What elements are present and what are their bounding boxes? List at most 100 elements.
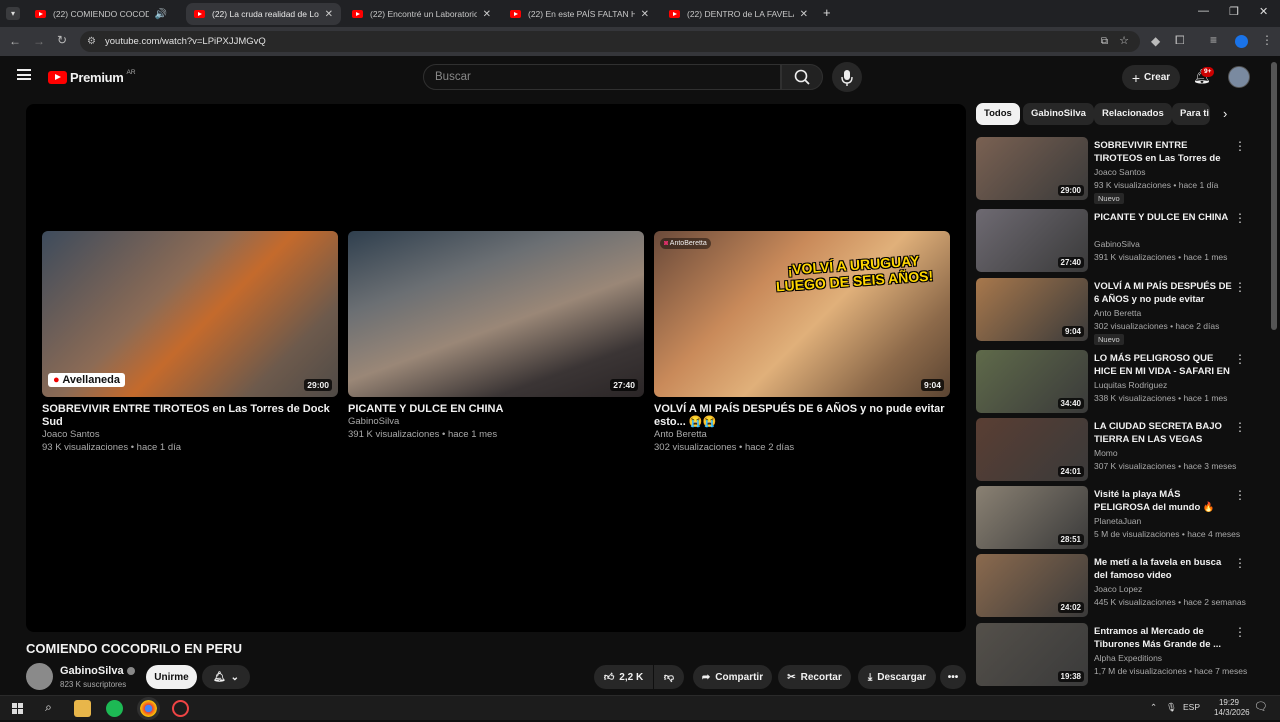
search-icon[interactable]: ⌕ xyxy=(40,700,57,717)
close-icon[interactable]: ✕ xyxy=(641,9,649,20)
chip-all[interactable]: Todos xyxy=(976,103,1020,125)
instagram-icon: ◙ xyxy=(664,240,669,247)
channel-name[interactable]: Joaco Santos xyxy=(1094,167,1146,177)
browser-tab-1[interactable]: (22) COMIENDO COCODRILO EN PERU🔊 xyxy=(27,3,175,25)
chip-for-you[interactable]: Para ti xyxy=(1172,103,1210,125)
related-video-item[interactable]: 29:00 SOBREVIVIR ENTRE TIROTEOS en Las To… xyxy=(976,137,1256,204)
video-thumbnail: 9:04 xyxy=(976,278,1088,341)
channel-name[interactable]: Joaco Lopez xyxy=(1094,584,1142,594)
chrome-icon[interactable] xyxy=(137,697,160,720)
endscreen-video-card[interactable]: ◙ AntoBeretta ¡VOLVÍ A URUGUAY LUEGO DE … xyxy=(654,231,950,454)
new-tab-icon[interactable]: + xyxy=(823,5,831,20)
chip-channel[interactable]: GabinoSilva xyxy=(1023,103,1094,125)
channel-name[interactable]: Momo xyxy=(1094,448,1118,458)
subscription-bell-button[interactable]: 🔔︎ ⌄ xyxy=(202,665,250,689)
related-video-item[interactable]: 19:38 Entramos al Mercado de Tiburones Má… xyxy=(976,623,1256,687)
more-options-icon[interactable]: ⋮ xyxy=(1234,488,1246,502)
install-app-icon[interactable]: ⧉ xyxy=(1101,31,1108,52)
media-controls-icon[interactable]: ≡ xyxy=(1210,33,1217,47)
browser-tab-5[interactable]: (22) DENTRO de LA FAVELA MÁS✕ xyxy=(661,3,816,25)
download-button[interactable]: ⤓ Descargar xyxy=(858,665,936,689)
channel-name[interactable]: GabinoSilva xyxy=(1094,239,1140,249)
card-meta: 302 visualizaciones • hace 2 días xyxy=(654,441,795,453)
chevron-right-icon[interactable]: › xyxy=(1223,106,1227,121)
related-video-item[interactable]: 34:40 LO MÁS PELIGROSO QUE HICE EN MI VID… xyxy=(976,350,1256,414)
profile-avatar[interactable] xyxy=(1235,35,1248,48)
address-bar[interactable]: ⚙ youtube.com/watch?v=LPiPXJJMGvQ ⧉ ☆ xyxy=(80,31,1140,52)
tray-chevron-icon[interactable]: ⌃ xyxy=(1150,702,1157,713)
spotify-icon[interactable] xyxy=(106,700,123,717)
clock[interactable]: 19:29 14/3/2026 xyxy=(1214,698,1250,718)
more-options-icon[interactable]: ⋮ xyxy=(1234,352,1246,366)
browser-menu-icon[interactable]: ⋮ xyxy=(1261,33,1273,47)
share-icon: ➦ xyxy=(701,671,711,683)
more-options-icon[interactable]: ⋮ xyxy=(1234,420,1246,434)
video-player[interactable]: ● Avellaneda 29:00 SOBREVIVIR ENTRE TIRO… xyxy=(26,104,966,632)
hamburger-menu-icon[interactable] xyxy=(17,69,31,80)
location-pin-icon: ● xyxy=(53,374,60,386)
like-button[interactable]: 👍︎ 2,2 K xyxy=(594,665,653,689)
close-icon[interactable]: ✕ xyxy=(325,9,333,20)
back-icon[interactable]: ← xyxy=(9,34,21,48)
restore-icon[interactable]: ❐ xyxy=(1229,5,1239,18)
related-video-item[interactable]: 28:51 Visité la playa MÁS PELIGROSA del m… xyxy=(976,486,1256,550)
related-video-item[interactable]: 24:02 Me metí a la favela en busca del fa… xyxy=(976,554,1256,618)
endscreen-video-card[interactable]: ● Avellaneda 29:00 SOBREVIVIR ENTRE TIRO… xyxy=(42,231,338,454)
more-actions-button[interactable]: ••• xyxy=(940,665,966,689)
more-options-icon[interactable]: ⋮ xyxy=(1234,556,1246,570)
more-options-icon[interactable]: ⋮ xyxy=(1234,625,1246,639)
card-title: SOBREVIVIR ENTRE TIROTEOS en Las Torres … xyxy=(42,403,330,428)
video-thumbnail: ● Avellaneda 29:00 xyxy=(42,231,338,397)
notifications-icon[interactable]: 🗨︎ xyxy=(1254,700,1268,713)
channel-name[interactable]: Luquitas Rodriguez xyxy=(1094,380,1167,390)
dislike-button[interactable]: 👎︎ xyxy=(654,665,684,689)
window-close-icon[interactable]: ✕ xyxy=(1259,5,1268,18)
chip-related[interactable]: Relacionados xyxy=(1094,103,1172,125)
minimize-icon[interactable]: — xyxy=(1198,5,1209,17)
windows-taskbar: ⌕ ⌃ 🎙︎ ESP 19:29 14/3/2026 🗨︎ xyxy=(0,695,1280,720)
video-thumbnail: 34:40 xyxy=(976,350,1088,413)
duration-label: 24:01 xyxy=(1057,466,1084,477)
channel-name[interactable]: GabinoSilva xyxy=(60,665,135,677)
browser-tab-4[interactable]: (22) En este PAÍS FALTAN HOMBRES✕ xyxy=(502,3,657,25)
channel-name[interactable]: Anto Beretta xyxy=(1094,308,1141,318)
youtube-premium-logo[interactable]: Premium AR xyxy=(48,69,136,85)
account-avatar[interactable] xyxy=(1228,66,1250,88)
file-explorer-icon[interactable] xyxy=(74,700,91,717)
forward-icon[interactable]: → xyxy=(33,34,45,48)
video-title: Entramos al Mercado de Tiburones Más Gra… xyxy=(1094,626,1222,650)
browser-tab-2[interactable]: (22) La cruda realidad de Los Angeles✕ xyxy=(186,3,341,25)
channel-avatar[interactable] xyxy=(26,663,53,690)
more-options-icon[interactable]: ⋮ xyxy=(1234,211,1246,225)
language-indicator[interactable]: ESP xyxy=(1183,702,1200,712)
close-icon[interactable]: ✕ xyxy=(800,9,808,20)
obs-recorder-icon[interactable] xyxy=(172,700,189,717)
windows-start-icon[interactable] xyxy=(9,700,26,717)
page-scrollbar[interactable] xyxy=(1271,62,1277,330)
clip-button[interactable]: ✂ Recortar xyxy=(778,665,851,689)
bookmark-star-icon[interactable]: ☆ xyxy=(1119,31,1129,52)
reload-icon[interactable]: ↻ xyxy=(57,33,67,47)
channel-name[interactable]: PlanetaJuan xyxy=(1094,516,1141,526)
tab-search-icon[interactable]: ▾ xyxy=(6,7,20,20)
site-info-icon[interactable]: ⚙ xyxy=(87,31,96,52)
create-button[interactable]: + Crear xyxy=(1122,65,1180,90)
related-video-item[interactable]: 27:40 PICANTE Y DULCE EN CHINA GabinoSilva… xyxy=(976,209,1256,273)
search-button[interactable] xyxy=(781,64,823,90)
video-thumbnail: ◙ AntoBeretta ¡VOLVÍ A URUGUAY LUEGO DE … xyxy=(654,231,950,397)
extension-diamond-icon[interactable]: ◆ xyxy=(1151,34,1160,48)
related-video-item[interactable]: 9:04 VOLVÍ A MI PAÍS DESPUÉS DE 6 AÑOS y … xyxy=(976,278,1256,345)
channel-name[interactable]: Alpha Expeditions xyxy=(1094,653,1162,663)
microphone-tray-icon[interactable]: 🎙︎ xyxy=(1166,702,1177,713)
extensions-puzzle-icon[interactable]: ⧠ xyxy=(1175,33,1185,48)
more-options-icon[interactable]: ⋮ xyxy=(1234,280,1246,294)
related-video-item[interactable]: 24:01 LA CIUDAD SECRETA BAJO TIERRA EN LA… xyxy=(976,418,1256,482)
voice-search-button[interactable] xyxy=(832,62,862,92)
more-options-icon[interactable]: ⋮ xyxy=(1234,139,1246,153)
endscreen-video-card[interactable]: 27:40 PICANTE Y DULCE EN CHINA GabinoSil… xyxy=(348,231,644,441)
close-icon[interactable]: ✕ xyxy=(483,9,491,20)
search-input[interactable]: Buscar xyxy=(423,64,781,90)
share-button[interactable]: ➦ Compartir xyxy=(693,665,772,689)
browser-tab-3[interactable]: (22) Encontré un Laboratorio de✕ xyxy=(344,3,499,25)
join-button[interactable]: Unirme xyxy=(146,665,197,689)
